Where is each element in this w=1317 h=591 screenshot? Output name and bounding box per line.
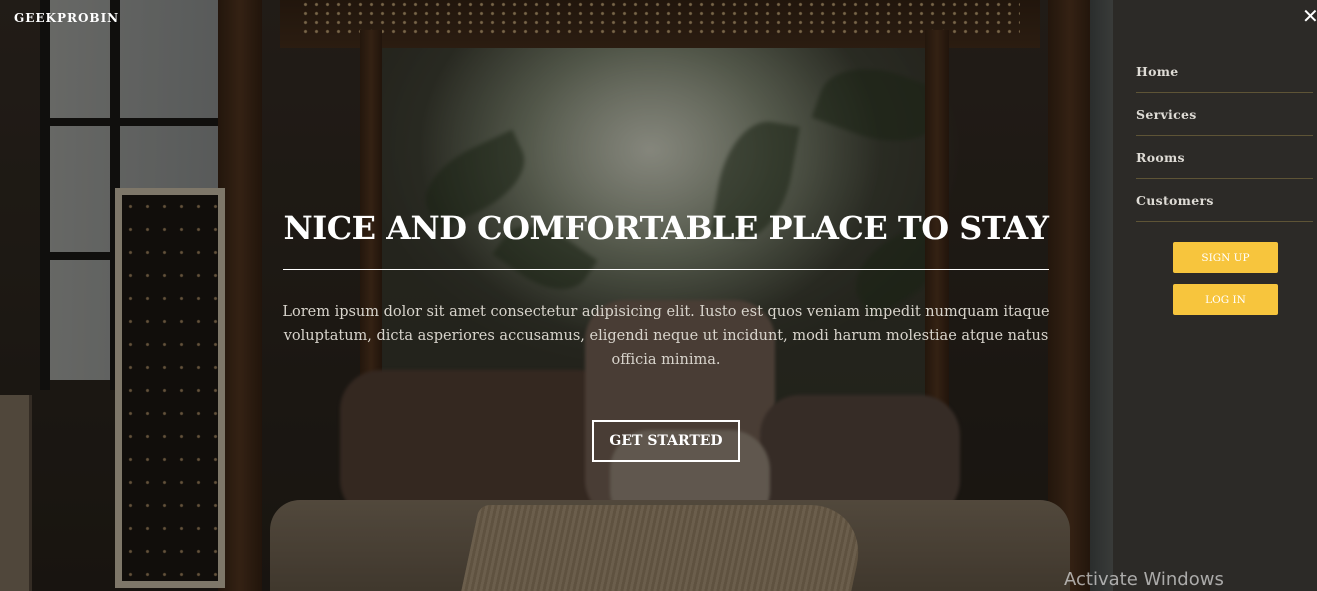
log-in-button[interactable]: LOG IN: [1173, 284, 1278, 315]
sidebar-nav: Home Services Rooms Customers: [1136, 50, 1313, 222]
activate-windows-watermark: Activate Windows: [1064, 569, 1224, 590]
sidebar-item-home[interactable]: Home: [1136, 50, 1313, 93]
sidebar-item-customers[interactable]: Customers: [1136, 179, 1313, 222]
close-icon[interactable]: ✕: [1302, 4, 1317, 28]
hero-content: NICE AND COMFORTABLE PLACE TO STAY Lorem…: [260, 210, 1072, 462]
hero-description: Lorem ipsum dolor sit amet consectetur a…: [282, 303, 1050, 368]
sidebar-item-rooms[interactable]: Rooms: [1136, 136, 1313, 179]
brand-logo[interactable]: GEEKPROBIN: [14, 11, 119, 25]
hero-title: NICE AND COMFORTABLE PLACE TO STAY: [283, 210, 1049, 270]
get-started-button[interactable]: GET STARTED: [592, 419, 740, 462]
sign-up-button[interactable]: SIGN UP: [1173, 242, 1278, 273]
sidebar-item-services[interactable]: Services: [1136, 93, 1313, 136]
